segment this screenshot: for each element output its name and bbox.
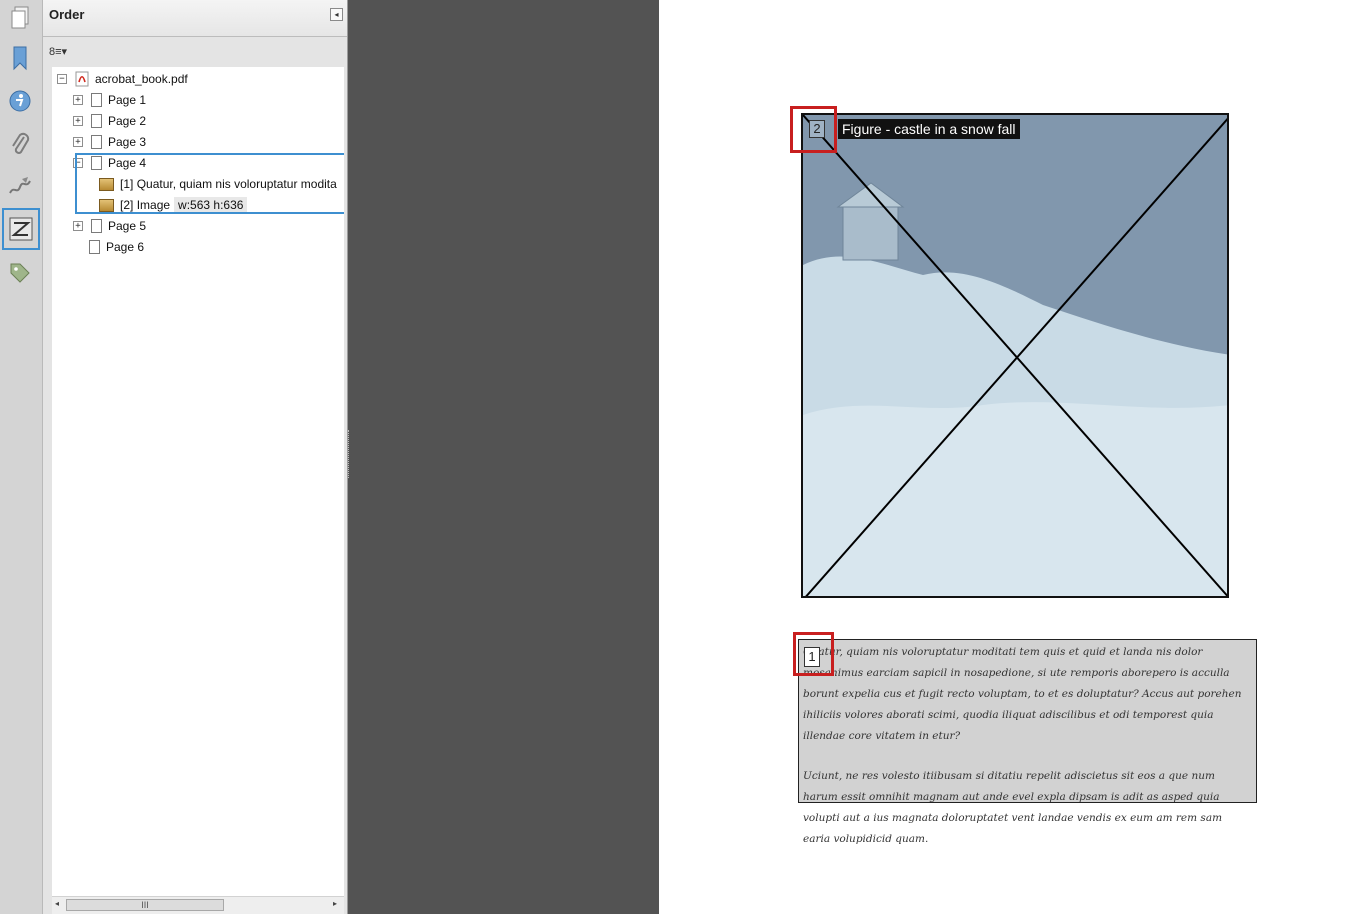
- panel-title: Order: [49, 7, 85, 22]
- text-order-highlight: [793, 632, 834, 676]
- expand-toggle[interactable]: +: [73, 95, 83, 105]
- page-label: Page 6: [106, 240, 145, 254]
- options-icon: 8≡▾: [49, 45, 68, 58]
- root-label: acrobat_book.pdf: [95, 72, 188, 86]
- tree-page-6[interactable]: Page 6: [89, 237, 144, 257]
- scroll-thumb[interactable]: III: [66, 899, 224, 911]
- figure-alt-text-tooltip: Figure - castle in a snow fall: [838, 119, 1020, 139]
- pages-icon[interactable]: [5, 3, 35, 33]
- page-label: Page 5: [108, 219, 147, 233]
- paragraph: Uciunt, ne res volesto itiibusam si dita…: [803, 770, 1223, 845]
- tree-page-5[interactable]: + Page 5: [73, 216, 146, 236]
- collapse-toggle[interactable]: −: [57, 74, 67, 84]
- figure-castle-image[interactable]: [801, 113, 1229, 598]
- document-gutter: [348, 0, 659, 914]
- page-label: Page 3: [108, 135, 147, 149]
- collapse-panel-button[interactable]: ◂: [330, 8, 343, 21]
- tags-icon[interactable]: [5, 258, 35, 288]
- page-label: Page 2: [108, 114, 147, 128]
- page-icon: [91, 135, 102, 149]
- page-icon: [91, 114, 102, 128]
- signatures-icon[interactable]: [5, 171, 35, 201]
- panel-splitter[interactable]: [348, 430, 353, 478]
- panel-header: Order ◂: [43, 0, 347, 37]
- figure-artwork: [803, 115, 1227, 596]
- paragraph: Quatur, quiam nis voloruptatur moditati …: [803, 646, 1242, 742]
- order-icon[interactable]: [2, 208, 40, 250]
- figure-order-highlight: [790, 106, 837, 153]
- page-icon: [91, 219, 102, 233]
- document-page: Figure - castle in a snow fall 2 Quatur,…: [659, 0, 1365, 914]
- accessibility-icon[interactable]: [5, 86, 35, 116]
- navigation-rail: [0, 0, 43, 914]
- order-tree: − acrobat_book.pdf + Page 1 + Page 2 + P…: [52, 67, 344, 896]
- attachments-icon[interactable]: [5, 129, 35, 159]
- scroll-right-icon[interactable]: ▸: [333, 899, 337, 908]
- pdf-file-icon: [75, 71, 89, 87]
- page-icon: [91, 93, 102, 107]
- tree-root[interactable]: − acrobat_book.pdf: [57, 69, 188, 89]
- tree-page-3[interactable]: + Page 3: [73, 132, 146, 152]
- page-icon: [89, 240, 100, 254]
- options-menu-button[interactable]: 8≡▾: [49, 43, 75, 59]
- bookmarks-icon[interactable]: [5, 43, 35, 73]
- expand-toggle[interactable]: +: [73, 116, 83, 126]
- selection-highlight: [75, 153, 344, 214]
- tree-page-1[interactable]: + Page 1: [73, 90, 146, 110]
- horizontal-scrollbar[interactable]: ◂ III ▸: [52, 896, 344, 914]
- expand-toggle[interactable]: +: [73, 137, 83, 147]
- scroll-left-icon[interactable]: ◂: [55, 899, 59, 908]
- text-content-block[interactable]: Quatur, quiam nis voloruptatur moditati …: [798, 639, 1257, 845]
- expand-toggle[interactable]: +: [73, 221, 83, 231]
- page-label: Page 1: [108, 93, 147, 107]
- order-panel: Order ◂ 8≡▾ − acrobat_book.pdf + Page 1 …: [43, 0, 348, 914]
- tree-page-2[interactable]: + Page 2: [73, 111, 146, 131]
